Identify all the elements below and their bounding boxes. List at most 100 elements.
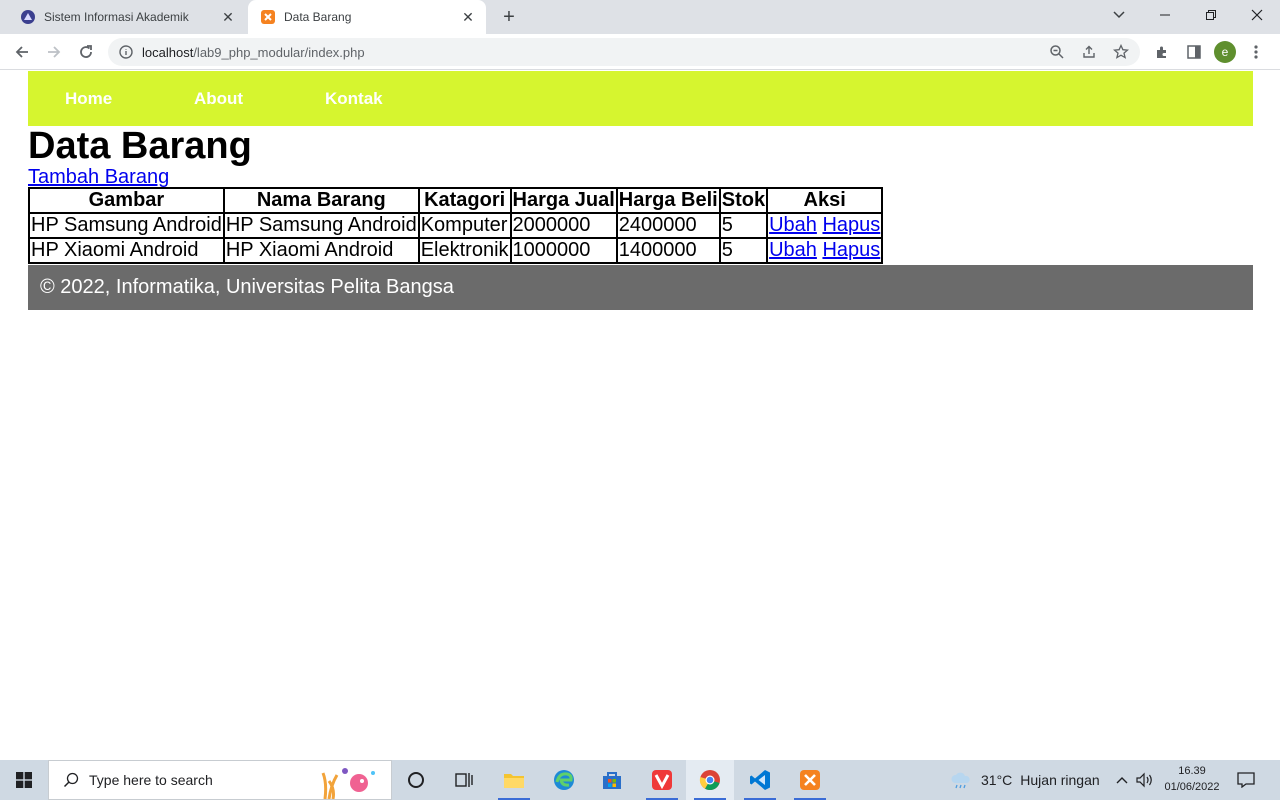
close-icon[interactable]: ✕ [460,9,476,25]
toolbar-actions: e [1150,38,1268,66]
weather-text: Hujan ringan [1020,772,1100,788]
share-icon[interactable] [1078,42,1100,62]
edge-icon [554,770,574,790]
extensions-icon[interactable] [1150,40,1174,64]
browser-toolbar: localhost/lab9_php_modular/index.php e [0,34,1280,70]
add-item-link[interactable]: Tambah Barang [28,166,169,188]
cell-kategori: Komputer [418,213,511,238]
chrome-icon [699,770,720,791]
notification-icon [1237,772,1255,788]
file-explorer-app[interactable] [490,760,538,800]
store-app[interactable] [588,760,636,800]
windows-logo-icon [16,772,32,788]
site-footer: © 2022, Informatika, Universitas Pelita … [28,265,1253,310]
weather-temp: 31°C [981,772,1013,788]
vscode-icon [750,770,770,790]
weather-widget[interactable]: 31°C Hujan ringan [950,760,1100,800]
cell-kategori: Elektronik [418,238,511,263]
cell-stok: 5 [719,238,768,263]
edit-link[interactable]: Ubah [769,214,817,236]
address-bar[interactable]: localhost/lab9_php_modular/index.php [108,38,1140,66]
delete-link[interactable]: Hapus [822,239,880,261]
cell-stok: 5 [719,213,768,238]
edge-app[interactable] [540,760,588,800]
column-header-kategori: Katagori [418,188,511,213]
page-title: Data Barang [28,125,252,167]
info-icon[interactable] [118,44,134,60]
cell-harga-jual: 1000000 [510,238,617,263]
profile-avatar[interactable]: e [1214,41,1236,63]
window-controls [1142,0,1280,34]
omnibox-actions [1046,42,1132,62]
cell-gambar: HP Samsung Android [29,213,224,238]
restore-button[interactable] [1188,0,1234,30]
side-panel-icon[interactable] [1182,40,1206,64]
windows-taskbar: Type here to search 31°C Hujan ringan 16… [0,760,1280,800]
column-header-gambar: Gambar [29,188,224,213]
taskbar-clock[interactable]: 16.39 01/06/2022 [1160,763,1224,795]
cell-aksi: Ubah Hapus [767,213,883,238]
volume-icon[interactable] [1132,772,1158,788]
xampp-icon [800,770,820,790]
bookmark-star-icon[interactable] [1110,42,1132,62]
table-header-row: Gambar Nama Barang Katagori Harga Jual H… [29,188,883,213]
cell-gambar: HP Xiaomi Android [29,238,224,263]
tray-icons [1112,760,1158,800]
nav-home-link[interactable]: Home [65,89,112,109]
chrome-app[interactable] [686,760,734,800]
table-row: HP Samsung Android HP Samsung Android Ko… [29,213,883,238]
task-view-button[interactable] [440,760,488,800]
clock-time: 16.39 [1178,765,1206,777]
cortana-icon [408,772,424,788]
cell-aksi: Ubah Hapus [767,238,883,263]
nav-kontak-link[interactable]: Kontak [325,89,383,109]
site-navbar: Home About Kontak [28,71,1253,126]
reload-button[interactable] [72,38,100,66]
store-icon [603,772,621,789]
search-highlight-icon [321,768,375,799]
rain-cloud-icon [951,772,970,789]
browser-tabstrip: Sistem Informasi Akademik ✕ Data Barang … [0,0,1280,34]
xampp-app[interactable] [786,760,834,800]
vivaldi-app[interactable] [638,760,686,800]
close-window-button[interactable] [1234,0,1280,30]
vscode-app[interactable] [736,760,784,800]
table-row: HP Xiaomi Android HP Xiaomi Android Elek… [29,238,883,263]
tab-title: Data Barang [284,10,352,24]
tab-search-icon[interactable] [1108,6,1130,24]
column-header-harga-beli: Harga Beli [616,188,720,213]
cortana-button[interactable] [392,760,440,800]
url-text: localhost/lab9_php_modular/index.php [142,45,365,60]
cell-harga-jual: 2000000 [510,213,617,238]
menu-icon[interactable] [1244,40,1268,64]
search-icon [63,772,79,788]
tab-data-barang[interactable]: Data Barang ✕ [248,0,486,34]
zoom-icon[interactable] [1046,42,1068,62]
chevron-up-icon[interactable] [1112,776,1132,784]
cell-harga-beli: 1400000 [616,238,720,263]
new-tab-button[interactable]: + [498,6,520,28]
column-header-harga-jual: Harga Jual [510,188,617,213]
column-header-nama-barang: Nama Barang [223,188,419,213]
university-icon [20,9,36,25]
tab-title: Sistem Informasi Akademik [44,10,189,24]
xampp-icon [260,9,276,25]
cell-harga-beli: 2400000 [616,213,720,238]
minimize-button[interactable] [1142,0,1188,30]
cell-nama-barang: HP Xiaomi Android [223,238,419,263]
tab-sistem-informasi[interactable]: Sistem Informasi Akademik ✕ [8,0,246,34]
nav-about-link[interactable]: About [194,89,243,109]
close-icon[interactable]: ✕ [220,9,236,25]
edit-link[interactable]: Ubah [769,239,817,261]
taskbar-search-box[interactable]: Type here to search [48,760,392,800]
back-button[interactable] [8,38,36,66]
clock-date: 01/06/2022 [1164,781,1220,793]
delete-link[interactable]: Hapus [822,214,880,236]
vivaldi-icon [652,770,672,790]
forward-button[interactable] [40,38,68,66]
notification-button[interactable] [1232,768,1260,792]
column-header-aksi: Aksi [767,188,883,213]
task-view-icon [455,773,473,787]
start-button[interactable] [0,760,48,800]
cell-nama-barang: HP Samsung Android [223,213,419,238]
